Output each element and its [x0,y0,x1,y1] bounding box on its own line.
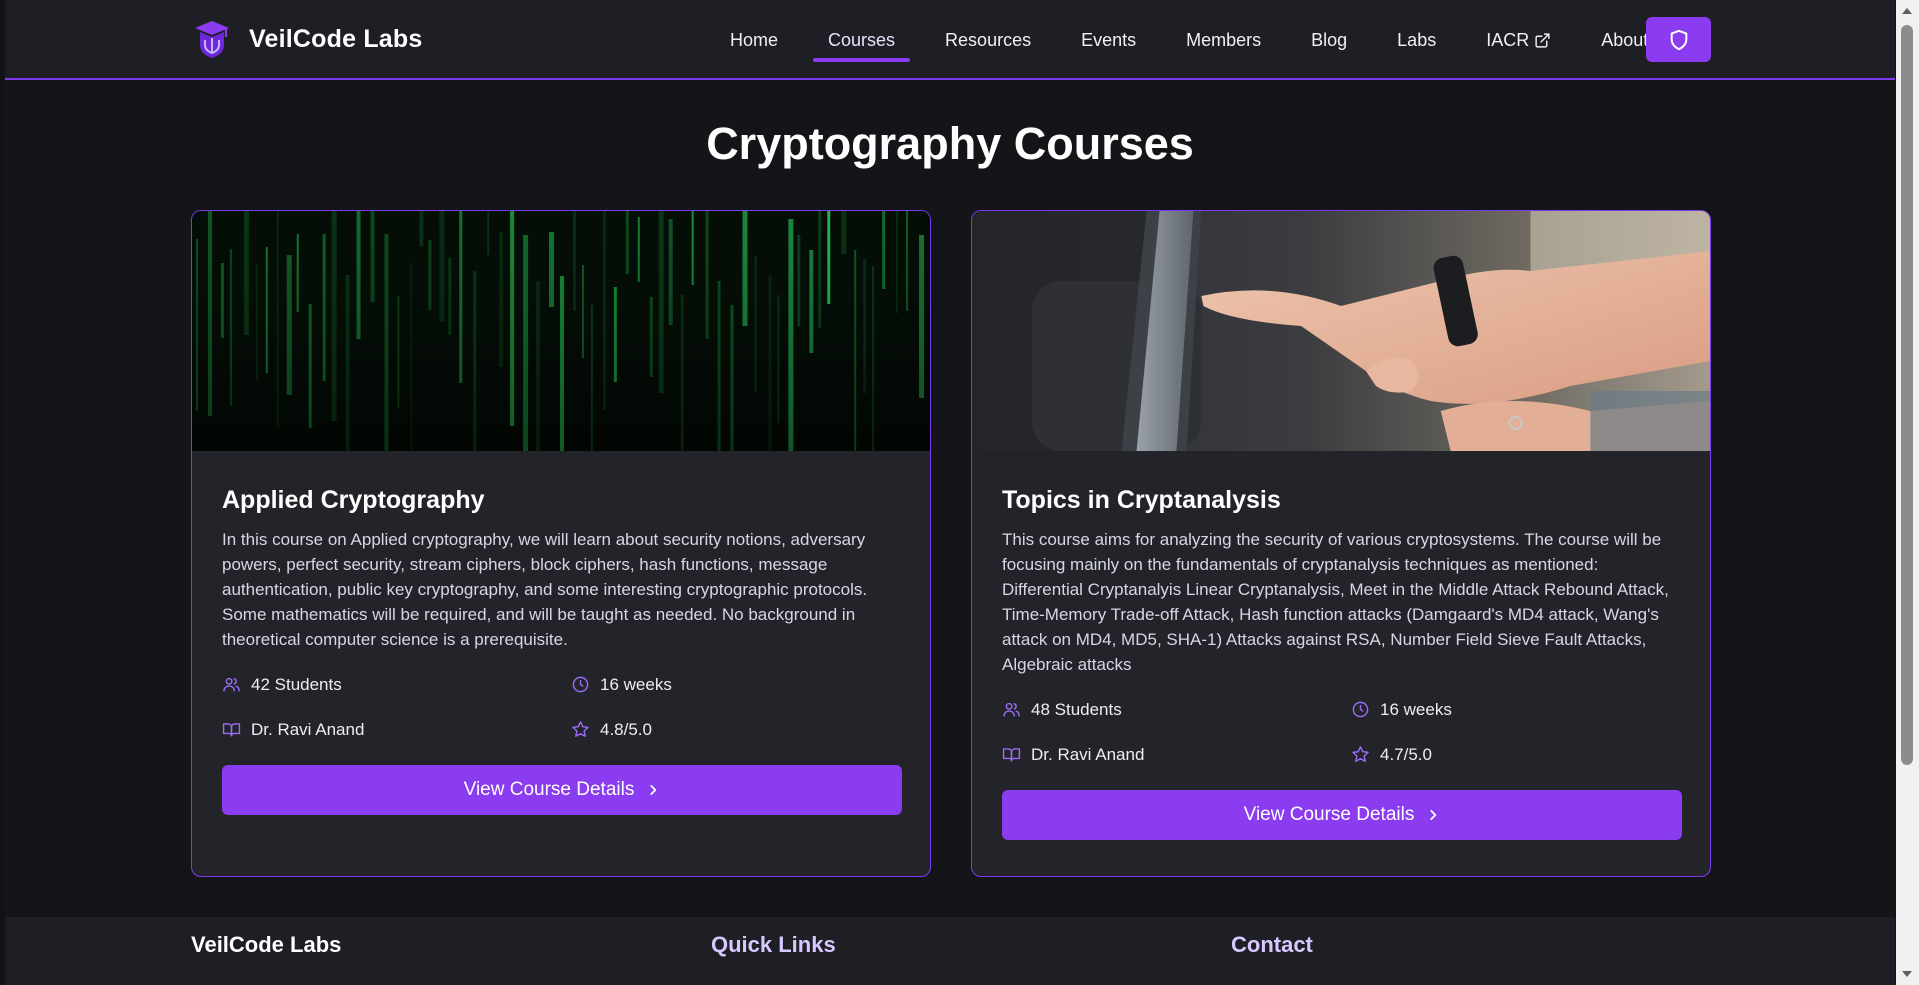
course-meta: 42 Students 16 weeks Dr. Ravi Anand 4.8/… [222,672,902,742]
footer-contact-heading: Contact [1231,932,1313,957]
footer-quick-links-heading: Quick Links [711,932,836,957]
view-course-details-label: View Course Details [463,779,635,800]
rating-label: 4.7/5.0 [1380,744,1432,764]
course-card-body: Applied Cryptography In this course on A… [222,486,902,815]
external-link-icon [1535,32,1550,48]
rating-label: 4.8/5.0 [600,719,652,739]
footer-brand: VeilCode Labs [191,932,342,957]
main-nav: Home Courses Resources Events Members Bl… [705,0,1673,80]
clock-icon [1352,701,1369,718]
brand-name: VeilCode Labs [249,24,423,53]
course-duration: 16 weeks [1351,697,1682,722]
view-course-details-button[interactable]: View Course Details [1002,790,1682,840]
duration-label: 16 weeks [600,674,672,694]
scrollbar-thumb[interactable] [1901,25,1913,765]
course-duration: 16 weeks [571,672,902,697]
hand-pointing-laptop-image [972,211,1710,451]
page-frame: VeilCode Labs Home Courses Resources Eve… [5,0,1895,985]
course-card: Topics in Cryptanalysis This course aims… [971,210,1711,877]
page-title: Cryptography Courses [706,118,1194,169]
users-icon [1003,702,1020,717]
course-description: This course aims for analyzing the secur… [1002,530,1669,674]
course-card: Applied Cryptography In this course on A… [191,210,931,877]
view-course-details-button[interactable]: View Course Details [222,765,902,815]
matrix-code-image [192,211,930,451]
nav-blog-label: Blog [1311,29,1348,50]
star-icon [1352,746,1369,762]
nav-courses-label: Courses [828,29,896,50]
star-icon [572,721,589,737]
nav-home[interactable]: Home [715,0,793,80]
shield-button[interactable] [1646,17,1711,62]
shield-icon [1670,29,1687,50]
students-count: 48 Students [1002,697,1351,722]
vertical-scrollbar[interactable] [1896,0,1919,985]
book-icon [222,723,241,737]
chevron-right-icon [1430,810,1437,820]
graduation-shield-icon [195,21,229,58]
nav-members[interactable]: Members [1171,0,1276,80]
clock-icon [572,676,589,693]
course-title: Topics in Cryptanalysis [1002,486,1281,514]
users-icon [223,677,240,692]
course-rating: 4.7/5.0 [1351,742,1682,767]
view-course-details-label: View Course Details [1243,804,1415,825]
nav-events[interactable]: Events [1066,0,1151,80]
nav-courses[interactable]: Courses [813,0,911,80]
nav-blog[interactable]: Blog [1296,0,1362,80]
course-rating: 4.8/5.0 [571,717,902,742]
brand-link[interactable]: VeilCode Labs [193,16,423,62]
footer: VeilCode Labs Quick Links Contact [5,917,1895,985]
students-count: 42 Students [222,672,571,697]
course-card-body: Topics in Cryptanalysis This course aims… [1002,486,1682,840]
course-instructor: Dr. Ravi Anand [1002,742,1351,767]
duration-label: 16 weeks [1380,699,1452,719]
nav-iacr-label: IACR [1486,29,1530,50]
nav-about-label: About [1601,29,1649,50]
chevron-right-icon [650,785,657,795]
instructor-label: Dr. Ravi Anand [251,719,365,739]
students-label: 42 Students [251,674,342,694]
scroll-down-arrow-icon[interactable] [1902,971,1912,977]
nav-labs-label: Labs [1397,29,1437,50]
course-meta: 48 Students 16 weeks Dr. Ravi Anand 4.7/… [1002,697,1682,767]
top-navbar: VeilCode Labs Home Courses Resources Eve… [5,0,1895,80]
course-title: Applied Cryptography [222,486,485,514]
nav-home-label: Home [730,29,779,50]
nav-resources-label: Resources [945,29,1032,50]
students-label: 48 Students [1031,699,1122,719]
book-icon [1002,748,1021,762]
nav-resources[interactable]: Resources [930,0,1046,80]
course-description: In this course on Applied cryptography, … [222,530,868,649]
nav-iacr[interactable]: IACR [1471,0,1566,80]
nav-members-label: Members [1186,29,1262,50]
nav-events-label: Events [1081,29,1137,50]
instructor-label: Dr. Ravi Anand [1031,744,1145,764]
nav-labs[interactable]: Labs [1382,0,1451,80]
scroll-up-arrow-icon[interactable] [1902,8,1912,14]
course-instructor: Dr. Ravi Anand [222,717,571,742]
